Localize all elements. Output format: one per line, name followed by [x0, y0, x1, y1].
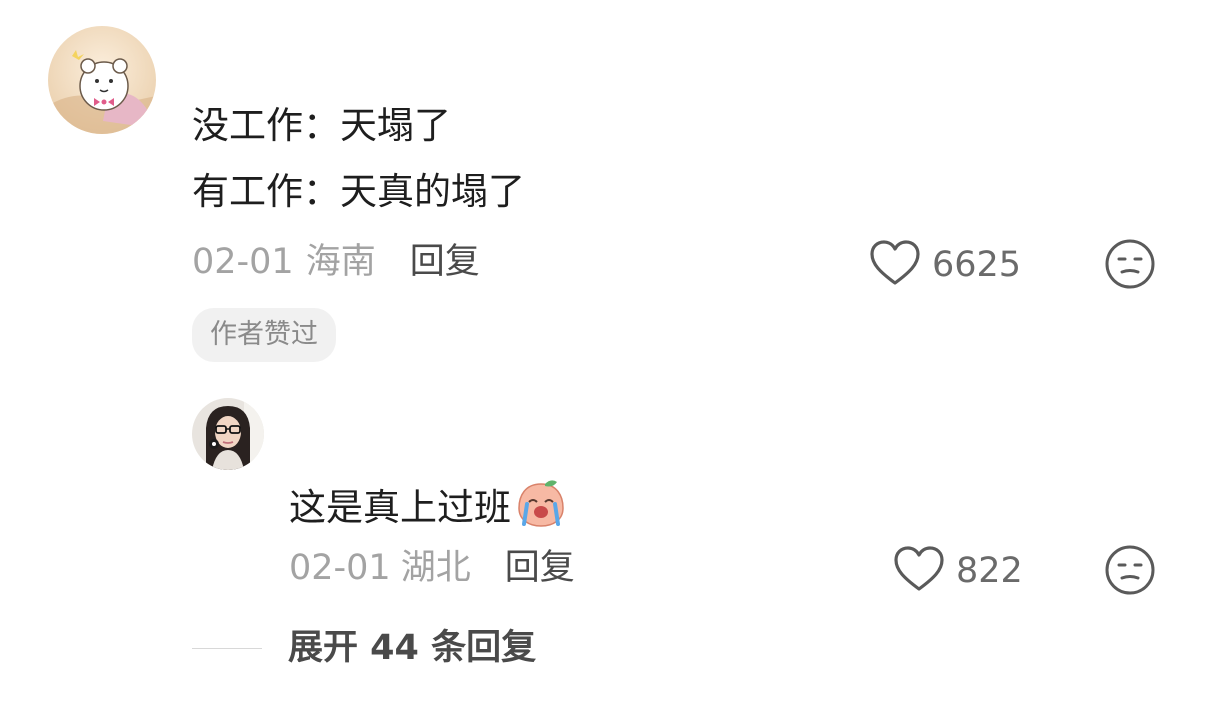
author-liked-badge: 作者赞过: [192, 308, 336, 362]
reply-text: 这是真上过班: [289, 478, 567, 538]
reply-like-count: 822: [956, 551, 1023, 591]
comment-location: 海南: [305, 242, 376, 282]
comment-like-button[interactable]: 6625: [870, 240, 1021, 290]
expand-divider: [192, 647, 262, 649]
expand-replies-label: 展开 44 条回复: [288, 628, 537, 668]
meh-face-icon: [1104, 239, 1156, 294]
reply-like-button[interactable]: 822: [894, 546, 1023, 596]
reply-date: 02-01: [289, 548, 391, 588]
comment-meta: 02-01 海南 回复: [192, 242, 480, 282]
heart-outline-icon: [894, 546, 944, 596]
expand-replies-button[interactable]: 展开 44 条回复: [192, 628, 536, 668]
reply-reply-button[interactable]: 回复: [505, 548, 575, 588]
heart-outline-icon: [870, 240, 920, 290]
comment-reply-button[interactable]: 回复: [410, 242, 480, 282]
replier-avatar[interactable]: [192, 398, 264, 470]
comment-date: 02-01: [192, 242, 294, 282]
comment-text-line-2: 有工作：天真的塌了: [192, 170, 525, 213]
reply-dislike-button[interactable]: [1104, 544, 1156, 600]
comment-like-count: 6625: [932, 245, 1022, 285]
meh-face-icon: [1104, 545, 1156, 600]
reply-meta: 02-01 湖北 回复: [289, 548, 575, 588]
reply-location: 湖北: [400, 548, 471, 588]
crying-peach-emoji: [515, 478, 567, 538]
reply-text-content: 这是真上过班: [289, 486, 511, 529]
comment-dislike-button[interactable]: [1104, 238, 1156, 294]
comment-text-line-1: 没工作：天塌了: [192, 104, 451, 147]
commenter-avatar[interactable]: [48, 26, 156, 134]
